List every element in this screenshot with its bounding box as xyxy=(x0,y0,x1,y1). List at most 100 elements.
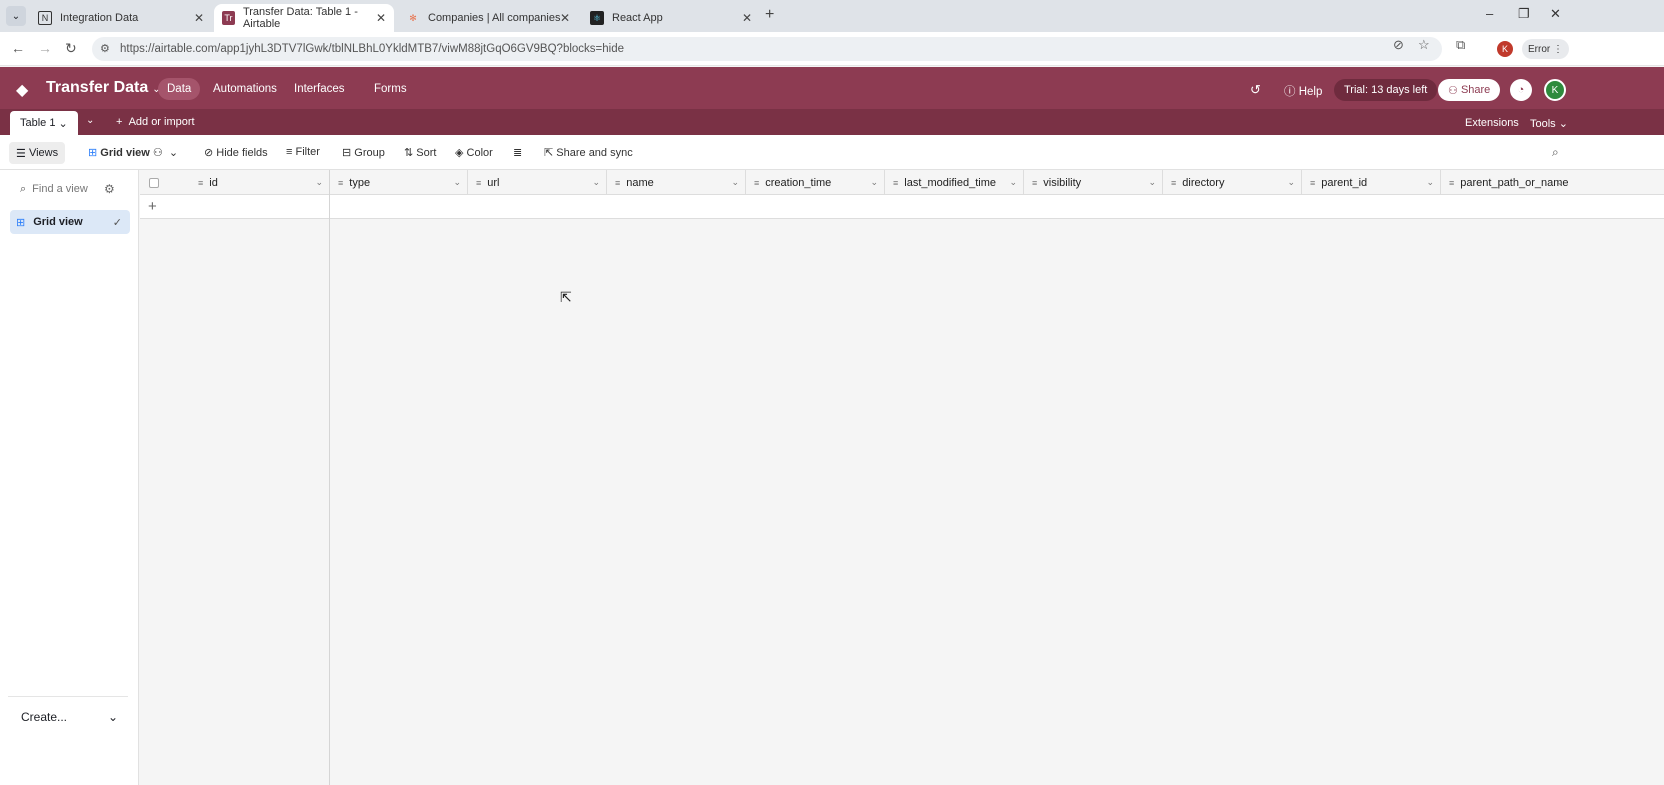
notifications-bell-icon[interactable]: ◔ xyxy=(1510,79,1532,101)
nav-interfaces[interactable]: Interfaces xyxy=(294,83,345,95)
user-avatar[interactable]: K xyxy=(1544,79,1566,101)
create-view-button[interactable]: Create... ⌄ xyxy=(8,696,128,736)
browser-tab-transfer-data[interactable]: Tr Transfer Data: Table 1 - Airtable ✕ xyxy=(214,4,394,32)
close-window-icon[interactable]: ✕ xyxy=(1550,6,1561,22)
site-settings-icon[interactable]: ⚙ xyxy=(100,42,110,55)
chevron-down-icon[interactable]: ⌄ xyxy=(1287,177,1295,188)
select-all-checkbox[interactable] xyxy=(149,178,159,188)
table-tab[interactable]: Table 1 ⌄ xyxy=(10,111,78,135)
grid-view-switcher[interactable]: ⊞ Grid view ⚇ ⌄ xyxy=(88,146,178,159)
tab-title: Transfer Data: Table 1 - Airtable xyxy=(242,6,358,30)
column-header-parent-id[interactable]: ≡ parent_id ⌄ xyxy=(1302,170,1441,195)
column-header-last-modified-time[interactable]: ≡ last_modified_time ⌄ xyxy=(885,170,1024,195)
tools-button[interactable]: Tools ⌄ xyxy=(1530,117,1568,130)
find-view-input[interactable]: ⌕ Find a view xyxy=(20,183,88,196)
url-field[interactable]: ⚙ https://airtable.com/app1jyhL3DTV7lGwk… xyxy=(92,37,1442,61)
color-button[interactable]: ◈ Color xyxy=(455,146,493,159)
react-favicon-icon: ⚛ xyxy=(590,11,604,25)
chevron-down-icon[interactable]: ⌄ xyxy=(1426,177,1434,188)
browser-tab-integration-data[interactable]: N Integration Data ✕ xyxy=(30,4,212,32)
help-button[interactable]: ⓘ Help xyxy=(1284,83,1322,99)
paint-bucket-icon: ◈ xyxy=(455,147,464,159)
bookmark-star-icon[interactable]: ☆ xyxy=(1418,37,1430,53)
sidebar-item-grid-view[interactable]: ⊞ Grid view ✓ xyxy=(10,210,130,234)
trial-badge[interactable]: Trial: 13 days left xyxy=(1334,79,1438,101)
airtable-logo-icon[interactable]: ◆ xyxy=(16,80,28,100)
share-label: Share xyxy=(1460,84,1491,96)
chevron-down-icon[interactable]: ⌄ xyxy=(1009,177,1017,188)
column-header-directory[interactable]: ≡ directory ⌄ xyxy=(1163,170,1302,195)
all-tables-chevron-icon[interactable]: ⌄ xyxy=(86,115,94,126)
back-arrow-icon[interactable]: ← xyxy=(11,40,25,56)
history-icon[interactable]: ↺ xyxy=(1250,82,1261,98)
table-bar: Table 1 ⌄ ⌄ + Add or import Extensions T… xyxy=(0,109,1664,135)
gear-icon[interactable]: ⚙ xyxy=(104,182,115,196)
chevron-down-icon[interactable]: ⌄ xyxy=(731,177,739,188)
column-name: creation_time xyxy=(765,176,832,189)
close-tab-icon[interactable]: ✕ xyxy=(560,11,570,25)
nav-forms[interactable]: Forms xyxy=(374,83,407,95)
help-circle-icon: ⓘ xyxy=(1284,86,1296,98)
nav-automations[interactable]: Automations xyxy=(213,83,277,95)
base-name-button[interactable]: Transfer Data ⌄ xyxy=(46,79,161,97)
frozen-column-divider[interactable] xyxy=(329,170,330,785)
tab-search-chevron-icon[interactable]: ⌄ xyxy=(6,6,26,26)
share-people-icon: ⚇ xyxy=(1448,84,1458,97)
color-label: Color xyxy=(466,147,493,159)
sort-button[interactable]: ⇅ Sort xyxy=(404,146,436,159)
reload-icon[interactable]: ↻ xyxy=(65,40,77,57)
close-tab-icon[interactable]: ✕ xyxy=(194,11,204,25)
share-sync-button[interactable]: ⇱ Share and sync xyxy=(544,146,633,159)
column-header-id[interactable]: ≡ id ⌄ xyxy=(190,170,330,195)
browser-tab-react-app[interactable]: ⚛ React App ✕ xyxy=(582,4,760,32)
grid-icon: ⊞ xyxy=(88,147,98,159)
plus-icon: + xyxy=(116,116,123,128)
share-button[interactable]: ⚇ Share xyxy=(1438,79,1501,101)
add-record-row[interactable]: + xyxy=(140,195,1664,219)
external-link-icon: ⇱ xyxy=(544,147,554,159)
column-name: parent_id xyxy=(1321,176,1368,189)
eye-off-icon[interactable]: ⊘ xyxy=(1393,37,1404,53)
chevron-down-icon: ⌄ xyxy=(168,147,179,159)
column-header-type[interactable]: ≡ type ⌄ xyxy=(330,170,468,195)
address-bar: ← → ↻ ⚙ https://airtable.com/app1jyhL3DT… xyxy=(0,32,1664,66)
chevron-down-icon: ⌄ xyxy=(107,709,118,724)
row-height-icon[interactable]: ≣ xyxy=(513,146,522,159)
text-field-icon: ≡ xyxy=(893,177,899,188)
chevron-down-icon[interactable]: ⌄ xyxy=(315,177,323,188)
browser-tab-companies[interactable]: ✻ Companies | All companies ✕ xyxy=(398,4,578,32)
chevron-down-icon: ⌄ xyxy=(58,117,68,130)
search-icon[interactable]: ⌕ xyxy=(1552,145,1559,160)
grid-icon: ⊞ xyxy=(16,216,26,229)
new-tab-plus-icon[interactable]: + xyxy=(765,6,774,24)
add-record-plus-icon[interactable]: + xyxy=(148,198,157,215)
browser-profile-avatar[interactable]: K xyxy=(1497,41,1513,57)
filter-label: Filter xyxy=(295,146,320,158)
add-or-import-button[interactable]: + Add or import xyxy=(116,116,195,128)
chevron-down-icon[interactable]: ⌄ xyxy=(592,177,600,188)
restore-icon[interactable]: ❐ xyxy=(1518,6,1530,22)
table-name: Table 1 xyxy=(20,117,56,129)
column-header-name[interactable]: ≡ name ⌄ xyxy=(607,170,746,195)
chevron-down-icon[interactable]: ⌄ xyxy=(1148,177,1156,188)
forward-arrow-icon[interactable]: → xyxy=(38,40,52,56)
chevron-down-icon[interactable]: ⌄ xyxy=(1556,177,1564,188)
extensions-puzzle-icon[interactable]: ⧉ xyxy=(1456,37,1465,53)
column-header-visibility[interactable]: ≡ visibility ⌄ xyxy=(1024,170,1163,195)
data-grid: ≡ id ⌄ ≡ type ⌄ ≡ url ⌄ ≡ name ⌄ ≡ creation_time ⌄… xyxy=(140,170,1664,785)
column-header-url[interactable]: ≡ url ⌄ xyxy=(468,170,607,195)
group-button[interactable]: ⊟ Group xyxy=(342,146,385,159)
chevron-down-icon[interactable]: ⌄ xyxy=(870,177,878,188)
filter-button[interactable]: ≡ Filter xyxy=(286,146,320,158)
views-toggle-button[interactable]: ☰ Views xyxy=(9,142,66,164)
chevron-down-icon[interactable]: ⌄ xyxy=(453,177,461,188)
minimize-icon[interactable]: – xyxy=(1486,6,1493,21)
hide-fields-button[interactable]: ⊘ Hide fields xyxy=(204,146,268,159)
nav-data[interactable]: Data xyxy=(158,78,201,100)
browser-error-button[interactable]: Error ⋮ xyxy=(1522,39,1570,59)
extensions-button[interactable]: Extensions xyxy=(1465,117,1519,129)
close-tab-icon[interactable]: ✕ xyxy=(742,11,752,25)
close-tab-icon[interactable]: ✕ xyxy=(376,11,386,25)
column-header-creation-time[interactable]: ≡ creation_time ⌄ xyxy=(746,170,885,195)
column-header-parent-path-or-name[interactable]: ≡ parent_path_or_name ⌄ xyxy=(1441,170,1664,195)
